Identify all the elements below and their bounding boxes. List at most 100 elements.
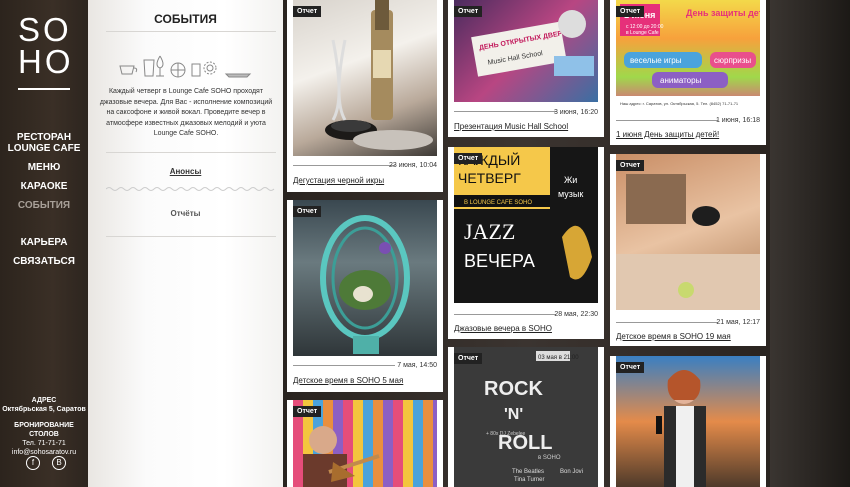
address-heading: АДРЕС (31, 397, 57, 404)
card-divider (454, 314, 556, 315)
event-card[interactable]: Отчет 7 мая, 14:50 Детское время в SOHO … (287, 200, 443, 392)
poster-jazz: JAZZ (464, 219, 515, 244)
report-badge: Отчет (616, 160, 645, 171)
event-date: 28 мая, 22:30 (554, 311, 598, 318)
event-title-link[interactable]: Презентация Music Hall School (454, 122, 568, 131)
caviar-tasting-photo (325, 0, 433, 150)
report-badge: Отчет (454, 6, 483, 17)
event-title-link[interactable]: 1 июня День защиты детей! (616, 130, 719, 139)
event-photo[interactable]: 03 мая в 21:00 ROCK 'N' ROLL в SOHO + 80… (454, 347, 598, 487)
poster-animators: аниматоры (660, 76, 702, 85)
poster-dj: + 80x DJ Zebelee (486, 431, 526, 437)
poster-line-3: В LOUNGE CAFE SOHO (464, 200, 532, 206)
right-backdrop (770, 0, 850, 487)
event-photo[interactable] (616, 356, 760, 487)
events-description: Каждый четверг в Lounge Cafe SOHO проход… (99, 88, 273, 137)
report-badge: Отчет (293, 6, 322, 17)
card-divider (293, 165, 395, 166)
event-card[interactable]: Отчет (287, 400, 443, 487)
decorative-icons (118, 52, 253, 78)
address-text: Октябрьская 5, Саратов (2, 406, 86, 413)
logo-underline (18, 88, 70, 90)
report-badge: Отчет (454, 353, 483, 364)
poster-band-3: Tina Turner (514, 477, 544, 483)
event-date: 3 июня, 16:20 (553, 109, 598, 116)
easter-egg-craft-photo (320, 215, 410, 354)
event-photo[interactable]: КАЖДЫЙ ЧЕТВЕРГ В LOUNGE CAFE SOHO JAZZ В… (454, 147, 598, 303)
nav-item-career[interactable]: КАРЬЕРА (0, 237, 88, 248)
poster-rock: ROCK (484, 378, 543, 400)
soho-logo[interactable]: SO HO (18, 11, 74, 90)
poster-side-2: музык (558, 189, 583, 199)
event-date: 23 июня, 10:04 (389, 162, 437, 169)
card-divider (616, 120, 718, 121)
poster-side-1: Жи (564, 175, 577, 185)
poster-surprises: сюрпризы (714, 56, 751, 65)
phone-text: Тел. 71-71-71 (22, 440, 66, 447)
poster-evenings: ВЕЧЕРА (464, 251, 535, 271)
poster-place: в Lounge Cafe (626, 30, 659, 36)
poster-address: Наш адрес: г. Саратов, ул. Октябрьская, … (620, 101, 739, 106)
singer-photo (656, 370, 706, 487)
poster-holiday: День защиты детей! (686, 8, 760, 18)
event-photo[interactable] (293, 200, 437, 356)
card-divider (454, 111, 556, 112)
reports-link[interactable]: Отчёты (88, 209, 283, 218)
nav-item-restaurant[interactable]: РЕСТОРАН LOUNGE CAFE (0, 132, 88, 154)
poster-venue: в SOHO (538, 455, 561, 461)
event-photo[interactable] (616, 154, 760, 310)
poster-date: 03 мая в 21:00 (538, 355, 579, 361)
event-date: 1 июня, 16:18 (715, 117, 760, 124)
event-title-link[interactable]: Дегустация черной икры (293, 176, 384, 185)
wave-divider (106, 187, 275, 191)
nav-item-events[interactable]: СОБЫТИЯ (0, 200, 88, 211)
nav-item-menu[interactable]: МЕНЮ (0, 162, 88, 173)
announcements-link[interactable]: Анонсы (88, 167, 283, 176)
report-badge: Отчет (616, 6, 645, 17)
desc-divider (106, 152, 276, 153)
report-badge: Отчет (454, 153, 483, 164)
event-date: 21 мая, 12:17 (716, 319, 760, 326)
event-card[interactable]: Отчет 23 июня, 10:04 Дегустация черной и… (287, 0, 443, 192)
facebook-icon[interactable]: f (26, 456, 40, 470)
sidebar: SO HO РЕСТОРАН LOUNGE CAFE МЕНЮ КАРАОКЕ … (0, 0, 88, 487)
poster-line-2: ЧЕТВЕРГ (458, 170, 521, 186)
kids-crafts-photo (616, 174, 760, 310)
event-card[interactable]: Отчет (610, 356, 766, 487)
events-gallery: Отчет 23 июня, 10:04 Дегустация черной и… (283, 0, 770, 487)
event-card[interactable]: КАЖДЫЙ ЧЕТВЕРГ В LOUNGE CAFE SOHO JAZZ В… (448, 147, 604, 339)
logo-line-1: SO (18, 11, 72, 48)
poster-band-1: The Beatles (512, 469, 544, 475)
reports-divider (106, 236, 276, 237)
vkontakte-icon[interactable]: B (52, 456, 66, 470)
nav-item-contact[interactable]: СВЯЗАТЬСЯ (0, 256, 88, 267)
rock-n-roll-poster: 03 мая в 21:00 ROCK 'N' ROLL в SOHO + 80… (454, 347, 598, 487)
event-title-link[interactable]: Джазовые вечера в SOHO (454, 324, 552, 333)
event-card[interactable]: Отчет 21 мая, 12:17 Детское время в SOHO… (610, 154, 766, 346)
events-info-panel: СОБЫТИЯ Каждый четверг в Lounge Cafe SOH… (88, 0, 283, 487)
report-badge: Отчет (616, 362, 645, 373)
jazz-poster: КАЖДЫЙ ЧЕТВЕРГ В LOUNGE CAFE SOHO JAZZ В… (454, 147, 592, 280)
card-divider (616, 322, 718, 323)
poster-n: 'N' (504, 406, 523, 423)
logo-line-2: HO (18, 43, 74, 80)
event-card[interactable]: 1 июня День защиты детей! с 12:00 до 20:… (610, 0, 766, 145)
report-badge: Отчет (293, 206, 322, 217)
poster-games: веселые игры (630, 56, 682, 65)
event-card[interactable]: ДЕНЬ ОТКРЫТЫХ ДВЕРЕЙ Music Hall School О… (448, 0, 604, 137)
event-photo[interactable] (293, 0, 437, 156)
event-date: 7 мая, 14:50 (397, 362, 437, 369)
contact-info: АДРЕС Октябрьская 5, Саратов БРОНИРОВАНИ… (0, 396, 88, 457)
page-title: СОБЫТИЯ (154, 12, 217, 26)
social-links: f B (26, 456, 66, 470)
card-divider (293, 365, 395, 366)
title-divider (106, 31, 276, 32)
report-badge: Отчет (293, 406, 322, 417)
event-title-link[interactable]: Детское время в SOHO 19 мая (616, 332, 731, 341)
poster-band-2: Bon Jovi (560, 469, 583, 475)
event-card[interactable]: 03 мая в 21:00 ROCK 'N' ROLL в SOHO + 80… (448, 347, 604, 487)
event-title-link[interactable]: Детское время в SOHO 5 мая (293, 376, 403, 385)
tableware-icons (119, 55, 252, 78)
booking-heading: БРОНИРОВАНИЕ СТОЛОВ (14, 422, 74, 438)
nav-item-karaoke[interactable]: КАРАОКЕ (0, 181, 88, 192)
